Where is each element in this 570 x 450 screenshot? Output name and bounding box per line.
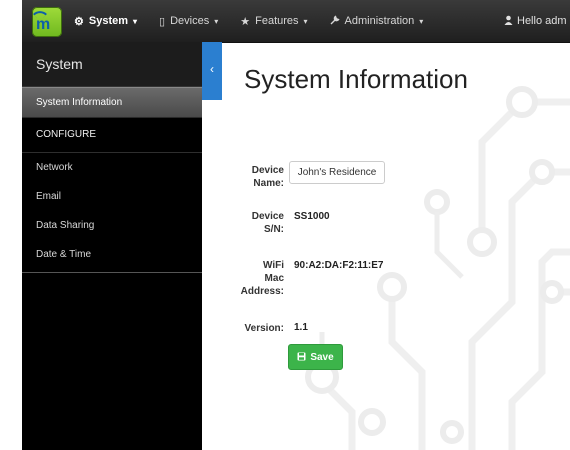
page-title: System Information xyxy=(244,64,468,94)
nav-administration-menu[interactable]: Administration ▾ xyxy=(330,14,424,28)
device-name-label-line2: Name: xyxy=(253,178,284,189)
nav-features-label: Features xyxy=(255,15,299,27)
nav-menu: ⚙ System ▾ ▯ Devices ▾ ★ Features ▾ Admi… xyxy=(74,0,445,42)
version-value: 1.1 xyxy=(294,322,308,333)
device-name-input[interactable] xyxy=(289,161,385,184)
chevron-down-icon: ▾ xyxy=(303,16,308,26)
main-content: System Information Device Name: Device S… xyxy=(222,42,570,450)
wifi-mac-label-line3: Address: xyxy=(240,286,284,297)
device-sn-label: Device S/N: xyxy=(250,210,284,236)
logo-letter: m xyxy=(36,16,50,33)
sidebar-item-system-information[interactable]: System Information xyxy=(22,87,202,118)
device-sn-label-line2: S/N: xyxy=(264,224,284,235)
sidebar: System System Information CONFIGURE Netw… xyxy=(22,42,202,450)
sidebar-divider xyxy=(22,272,202,273)
wifi-mac-label-line1: WiFi xyxy=(262,260,284,271)
user-menu[interactable]: Hello adm xyxy=(504,0,567,42)
sidebar-collapse-button[interactable]: ‹ xyxy=(202,42,222,100)
chevron-down-icon: ▾ xyxy=(214,16,219,26)
tablet-icon: ▯ xyxy=(159,15,166,28)
gear-icon: ⚙ xyxy=(74,15,84,28)
sidebar-item-date-time[interactable]: Date & Time xyxy=(22,240,202,269)
device-sn-label-line1: Device xyxy=(251,211,284,222)
wrench-icon xyxy=(330,14,340,28)
sidebar-section-configure: CONFIGURE xyxy=(22,118,202,153)
device-name-label: Device Name: xyxy=(250,164,284,190)
save-button[interactable]: Save xyxy=(288,344,343,370)
nav-system-label: System xyxy=(88,15,129,27)
star-icon: ★ xyxy=(240,15,251,28)
save-button-label: Save xyxy=(310,351,334,363)
circuit-background-graphic xyxy=(305,86,570,450)
floppy-disk-icon xyxy=(297,352,306,363)
device-sn-value: SS1000 xyxy=(294,211,330,222)
nav-system-menu[interactable]: ⚙ System ▾ xyxy=(74,15,137,28)
wifi-mac-label: WiFi Mac Address: xyxy=(240,259,284,298)
chevron-down-icon: ▾ xyxy=(133,16,138,26)
nav-administration-label: Administration xyxy=(344,15,415,27)
sidebar-title: System xyxy=(22,42,202,87)
chevron-down-icon: ▾ xyxy=(419,16,424,26)
sidebar-item-network[interactable]: Network xyxy=(22,153,202,182)
nav-devices-menu[interactable]: ▯ Devices ▾ xyxy=(159,15,218,28)
nav-devices-label: Devices xyxy=(170,15,210,27)
version-label: Version: xyxy=(244,323,284,334)
app-frame: m ⚙ System ▾ ▯ Devices ▾ ★ Features ▾ Ad… xyxy=(22,0,570,450)
user-greeting: Hello adm xyxy=(517,15,567,27)
sidebar-item-data-sharing[interactable]: Data Sharing xyxy=(22,211,202,240)
user-icon xyxy=(504,15,513,28)
sidebar-item-email[interactable]: Email xyxy=(22,182,202,211)
wifi-mac-label-line2: Mac xyxy=(264,273,284,284)
device-name-label-line1: Device xyxy=(251,165,284,176)
wifi-mac-value: 90:A2:DA:F2:11:E7 xyxy=(294,260,384,271)
app-logo[interactable]: m xyxy=(32,6,62,37)
top-navbar: m ⚙ System ▾ ▯ Devices ▾ ★ Features ▾ Ad… xyxy=(22,0,570,43)
nav-features-menu[interactable]: ★ Features ▾ xyxy=(240,15,307,28)
